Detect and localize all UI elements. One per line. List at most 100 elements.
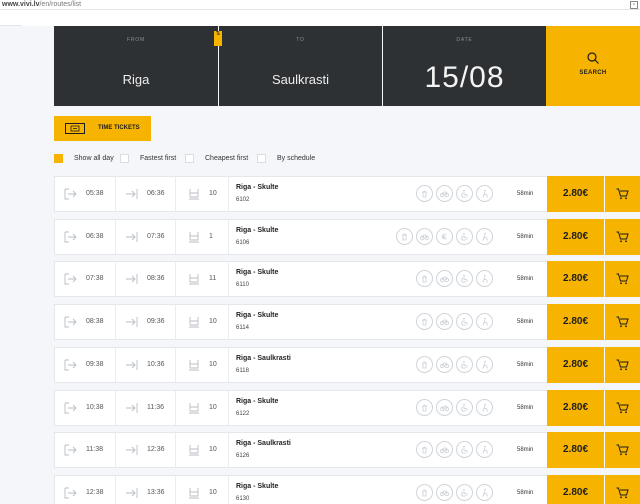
add-to-cart-button[interactable] xyxy=(605,218,640,255)
price-value: 2.80€ xyxy=(562,188,589,199)
url-text[interactable]: www.vivi.lv/en/routes/list xyxy=(2,0,81,10)
swap-direction-icon[interactable]: ⇅ xyxy=(214,31,222,46)
filter-checkbox[interactable] xyxy=(185,154,194,163)
arrival-time: 07:36 xyxy=(147,232,165,240)
route-info: Riga - Skulte 6106 xyxy=(236,226,278,248)
route-info: Riga - Skulte 6130 xyxy=(236,482,278,504)
date-field[interactable]: DATE 15/08 xyxy=(383,26,546,106)
search-button[interactable]: SEARCH xyxy=(546,26,640,106)
trip-row[interactable]: 07:38 08:36 11 Riga - Skulte 6110 58min 2.80€ xyxy=(54,261,640,298)
bicycle-icon xyxy=(436,441,453,459)
price-button[interactable]: 2.80€ xyxy=(547,261,604,298)
train-number: 6130 xyxy=(236,495,250,502)
trip-row[interactable]: 12:38 13:36 10 Riga - Skulte 6130 58min 2.80€ xyxy=(54,474,640,504)
trip-row[interactable]: 06:38 07:36 1 Riga - Skulte 6106 58min 2.80€ xyxy=(54,218,640,255)
ticket-icon xyxy=(65,123,85,134)
seats-cell: 1 xyxy=(176,220,228,254)
seats-available: 10 xyxy=(209,318,217,326)
trip-row[interactable]: 11:38 12:36 10 Riga - Saulkrasti 6126 58min 2.… xyxy=(54,432,640,469)
from-value[interactable]: Riga xyxy=(54,72,218,87)
departure-time: 09:38 xyxy=(86,360,104,368)
trash-icon xyxy=(416,185,433,202)
route-info: Riga - Saulkrasti 6118 xyxy=(236,354,291,376)
add-to-cart-button[interactable] xyxy=(605,346,640,383)
price-value: 2.80€ xyxy=(562,444,589,456)
seats-cell: 10 xyxy=(176,348,228,382)
date-value[interactable]: 15/08 xyxy=(383,61,546,95)
wheelchair-icon xyxy=(456,227,473,245)
from-field[interactable]: FROM Riga xyxy=(54,26,218,106)
route-name: Riga - Skulte xyxy=(236,184,279,191)
train-number: 6122 xyxy=(236,410,250,417)
divider xyxy=(228,433,229,468)
trip-duration: 58min xyxy=(517,276,534,283)
filter-label: By schedule xyxy=(277,155,316,162)
add-to-cart-button[interactable] xyxy=(605,474,640,504)
trip-row[interactable]: 10:38 11:36 10 Riga - Skulte 6122 58min 2.80€ xyxy=(54,389,640,426)
person-stroller-icon xyxy=(476,441,493,459)
browser-address-bar[interactable]: www.vivi.lv/en/routes/list ▫ xyxy=(0,0,640,10)
add-to-cart-button[interactable] xyxy=(605,304,640,341)
add-to-cart-button[interactable] xyxy=(605,176,640,212)
price-button[interactable]: 2.80€ xyxy=(547,176,604,212)
filter-checkbox[interactable] xyxy=(257,154,266,163)
route-name: Riga - Saulkrasti xyxy=(236,354,291,362)
filter-label: Cheapest first xyxy=(205,155,249,162)
person-stroller-icon xyxy=(476,185,493,202)
to-field[interactable]: TO Saulkrasti xyxy=(219,26,382,106)
price-button[interactable]: 2.80€ xyxy=(547,389,604,426)
add-to-cart-button[interactable] xyxy=(605,389,640,426)
departure-cell: 10:38 xyxy=(55,391,115,425)
train-number: 6126 xyxy=(236,453,250,460)
search-panel: FROM Riga TO Saulkrasti ⇅ DATE 15/08 SEA… xyxy=(54,26,640,106)
trash-icon xyxy=(416,398,433,416)
seats-available: 10 xyxy=(209,446,217,454)
seats-available: 11 xyxy=(209,275,217,283)
date-label: DATE xyxy=(456,37,473,43)
price-button[interactable]: 2.80€ xyxy=(547,474,604,504)
seats-available: 10 xyxy=(209,488,217,496)
arrival-cell: 09:36 xyxy=(116,305,175,339)
trip-duration: 58min xyxy=(517,447,534,454)
add-to-cart-button[interactable] xyxy=(605,261,640,298)
trip-row[interactable]: 05:38 06:36 10 Riga - Skulte 6102 58min 2.80€ xyxy=(54,176,640,212)
departure-cell: 05:38 xyxy=(55,177,115,211)
train-number: 6114 xyxy=(236,325,249,332)
price-button[interactable]: 2.80€ xyxy=(547,218,604,255)
route-name: Riga - Skulte xyxy=(236,312,279,320)
trash-icon xyxy=(396,227,413,245)
time-tickets-button[interactable]: TIME TICKETS xyxy=(54,116,151,141)
search-icon xyxy=(587,52,599,64)
arrival-cell: 11:36 xyxy=(116,391,175,425)
person-stroller-icon xyxy=(476,398,493,416)
wheelchair-icon xyxy=(456,441,473,459)
trip-row[interactable]: 08:38 09:36 10 Riga - Skulte 6114 58min 2.80€ xyxy=(54,304,640,341)
divider xyxy=(228,305,229,340)
wheelchair-icon xyxy=(456,355,473,373)
price-value: 2.80€ xyxy=(562,316,589,328)
departure-time: 10:38 xyxy=(86,403,104,411)
bicycle-icon xyxy=(436,398,453,416)
arrival-time: 13:36 xyxy=(147,488,165,496)
price-value: 2.80€ xyxy=(562,230,589,242)
price-button[interactable]: 2.80€ xyxy=(547,304,604,341)
divider xyxy=(0,25,22,26)
departure-cell: 08:38 xyxy=(55,305,115,339)
departure-cell: 09:38 xyxy=(55,348,115,382)
seats-available: 10 xyxy=(209,190,217,197)
arrival-cell: 13:36 xyxy=(116,476,175,504)
trash-icon xyxy=(416,270,433,288)
price-button[interactable]: 2.80€ xyxy=(547,432,604,469)
price-value: 2.80€ xyxy=(562,273,589,285)
route-info: Riga - Skulte 6114 xyxy=(236,311,278,333)
arrival-cell: 07:36 xyxy=(116,220,175,254)
add-to-cart-button[interactable] xyxy=(605,432,640,469)
to-value[interactable]: Saulkrasti xyxy=(219,72,382,87)
window-control-icon[interactable]: ▫ xyxy=(630,1,638,9)
price-button[interactable]: 2.80€ xyxy=(547,346,604,383)
filter-checkbox[interactable] xyxy=(120,154,129,163)
departure-time: 11:38 xyxy=(86,446,103,454)
trip-row[interactable]: 09:38 10:36 10 Riga - Saulkrasti 6118 58min 2.… xyxy=(54,346,640,383)
divider xyxy=(228,219,229,254)
filter-checkbox[interactable] xyxy=(54,154,63,163)
